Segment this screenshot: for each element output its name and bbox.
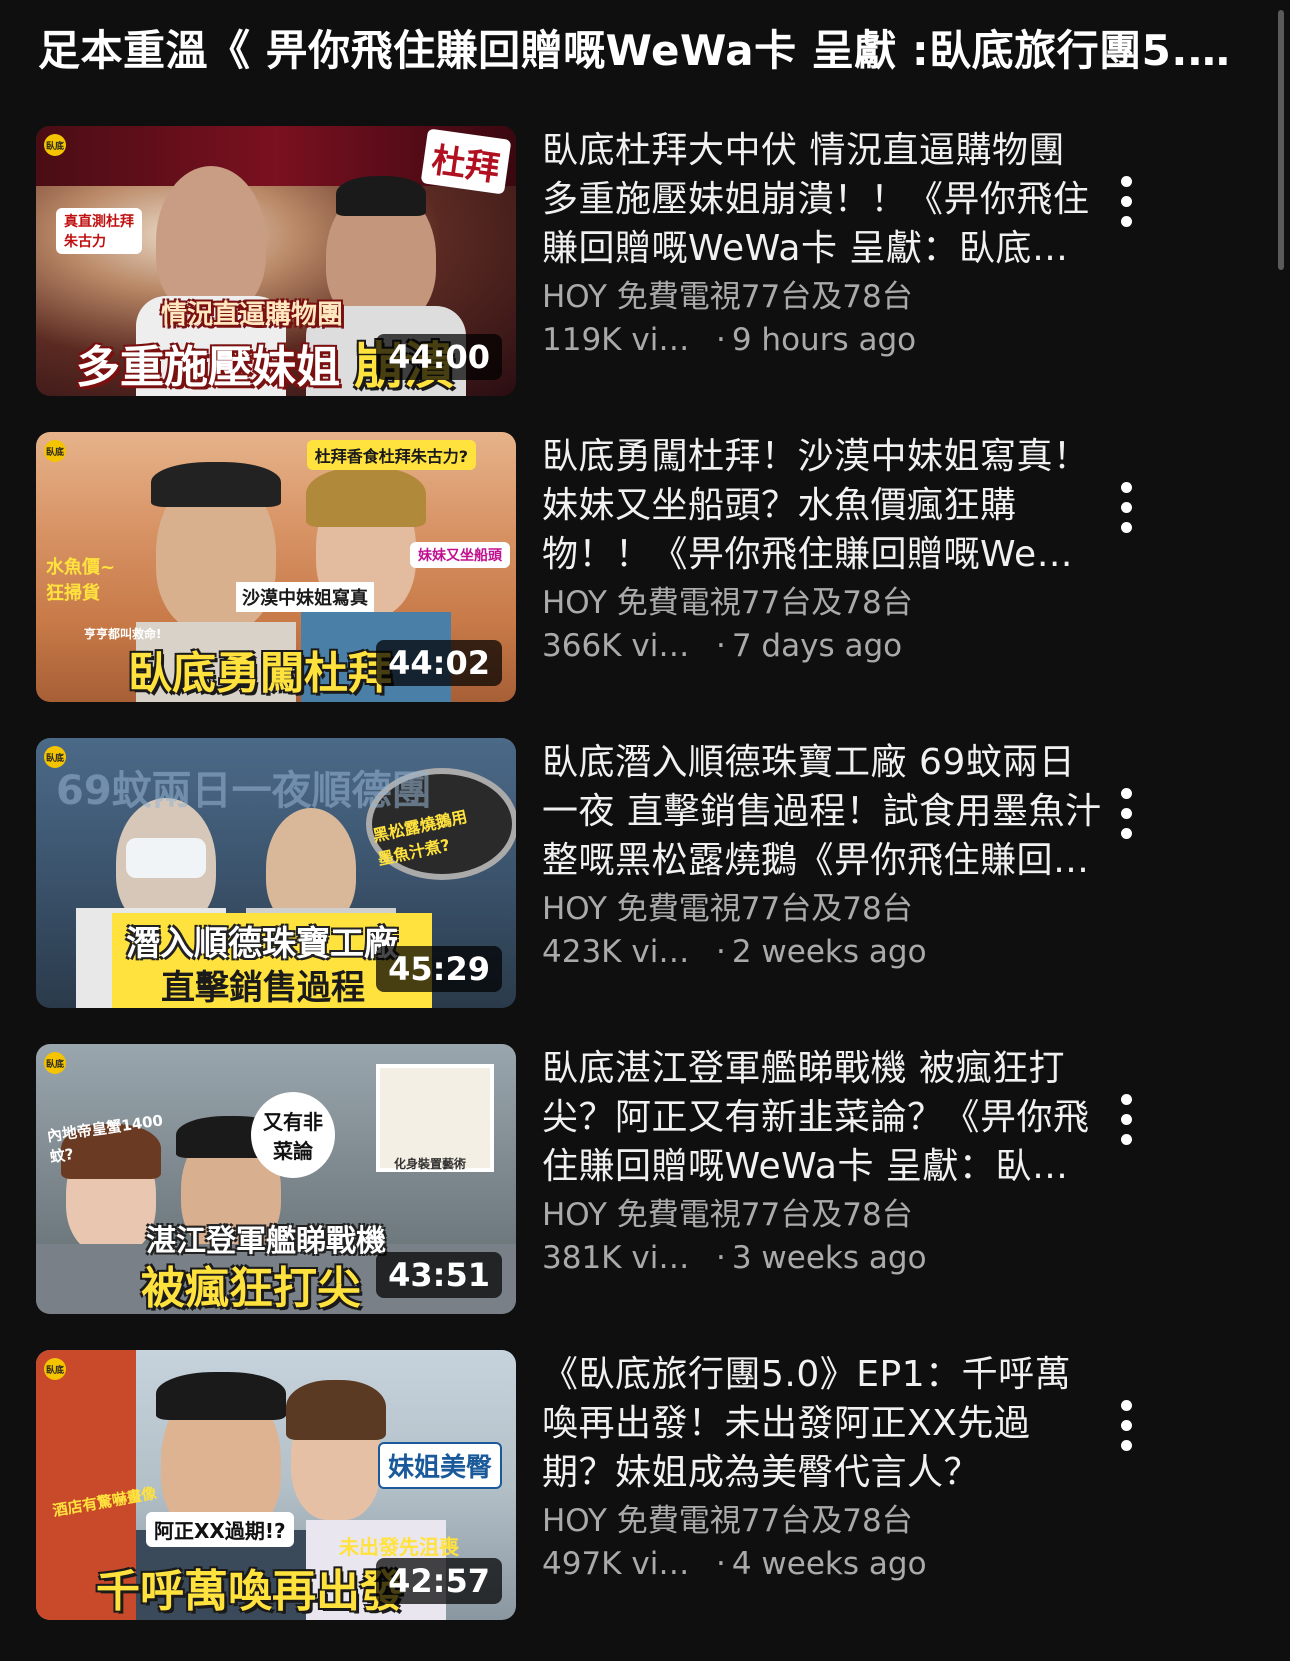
thumbnail-caption-1: 沙漠中妹姐寫真 [236,582,374,612]
vertical-ellipsis-icon [1120,175,1132,187]
more-options-button[interactable] [1101,1395,1151,1455]
channel-logo-icon: 臥底 [44,1052,66,1074]
channel-name[interactable]: HOY 免費電視77台及78台 [542,581,1142,625]
channel-name[interactable]: HOY 免費電視77台及78台 [542,1499,1142,1543]
more-options-button[interactable] [1101,171,1151,231]
video-thumbnail[interactable]: 臥底 又有非菜論 內地帝皇蟹1400蚊? 化身裝置藝術 湛江登軍艦睇戰機 被瘋狂… [36,1044,516,1314]
video-duration: 43:51 [376,1252,502,1298]
video-title[interactable]: 臥底潛入順德珠寶工廠 69蚊兩日一夜 直擊銷售過程！試食用墨魚汁整嘅黑松露燒鵝《… [542,738,1102,885]
video-item[interactable]: 臥底 杜拜 真直測杜拜朱古力 情況直逼購物團 多重施壓妹姐 崩潰 44:00 臥… [36,126,1236,398]
view-count: 423K views [542,934,702,970]
video-title[interactable]: 《臥底旅行團5.0》EP1：千呼萬喚再出發！未出發阿正XX先過期？妹姐成為美臀代… [542,1350,1102,1497]
video-thumbnail[interactable]: 臥底 69蚊兩日一夜順德團 黑松露燒鵝用墨魚汁煮? 潛入順德珠寶工廠 直擊銷售過… [36,738,516,1008]
channel-name[interactable]: HOY 免費電視77台及78台 [542,887,1142,931]
video-meta: 366K views · 7 days ago [542,625,1142,667]
vertical-ellipsis-icon [1120,215,1132,227]
meta-separator: · [716,1546,726,1582]
thumbnail-caption-2: 臥底勇闖杜拜 [128,648,392,699]
more-options-button[interactable] [1101,1089,1151,1149]
vertical-ellipsis-icon [1120,521,1132,533]
vertical-ellipsis-icon [1120,1113,1132,1125]
video-meta: 381K views · 3 weeks ago [542,1237,1142,1279]
video-info[interactable]: 臥底湛江登軍艦睇戰機 被瘋狂打尖？阿正又有新韭菜論？《畀你飛住賺回贈嘅WeWa卡… [542,1044,1142,1279]
thumbnail-caption-2: 被瘋狂打尖 [141,1263,361,1314]
meta-separator: · [716,628,726,664]
upload-age: 2 weeks ago [731,934,927,970]
channel-name[interactable]: HOY 免費電視77台及78台 [542,275,1142,319]
thumbnail-caption-2: 千呼萬喚再出發 [96,1566,404,1617]
meta-separator: · [716,322,726,358]
vertical-ellipsis-icon [1120,787,1132,799]
thumbnail-caption-2: 直擊銷售過程 [161,968,365,1008]
thumbnail-tag: 杜拜 [420,128,512,195]
thumbnail-caption-1: 情況直逼購物團 [161,300,344,330]
vertical-ellipsis-icon [1120,1133,1132,1145]
video-meta: 119K views · 9 hours ago [542,319,1142,361]
meta-separator: · [716,934,726,970]
video-thumbnail[interactable]: 臥底 妹姐美臀 酒店有驚嚇畫像 阿正XX過期!? 未出發先沮喪 千呼萬喚再出發 … [36,1350,516,1620]
thumbnail-caption-1: 潛入順德珠寶工廠 [126,924,398,964]
channel-name[interactable]: HOY 免費電視77台及78台 [542,1193,1142,1237]
vertical-ellipsis-icon [1120,827,1132,839]
thumbnail-note-2: 妹妹又坐船頭 [410,542,510,568]
video-info[interactable]: 臥底潛入順德珠寶工廠 69蚊兩日一夜 直擊銷售過程！試食用墨魚汁整嘅黑松露燒鵝《… [542,738,1142,973]
video-title[interactable]: 臥底湛江登軍艦睇戰機 被瘋狂打尖？阿正又有新韭菜論？《畀你飛住賺回贈嘅WeWa卡… [542,1044,1102,1191]
more-options-button[interactable] [1101,477,1151,537]
vertical-ellipsis-icon [1120,1419,1132,1431]
channel-logo-icon: 臥底 [44,1358,66,1380]
thumbnail-note: 真直測杜拜朱古力 [56,208,142,254]
upload-age: 7 days ago [731,628,903,664]
video-duration: 44:00 [376,334,502,380]
video-meta: 497K views · 4 weeks ago [542,1543,1142,1585]
video-info[interactable]: 臥底杜拜大中伏 情況直逼購物團 多重施壓妹姐崩潰！！《畀你飛住賺回贈嘅WeWa卡… [542,126,1142,361]
video-info[interactable]: 《臥底旅行團5.0》EP1：千呼萬喚再出發！未出發阿正XX先過期？妹姐成為美臀代… [542,1350,1142,1585]
thumbnail-tag: 妹姐美臀 [377,1442,502,1489]
vertical-ellipsis-icon [1120,1439,1132,1451]
more-options-button[interactable] [1101,783,1151,843]
video-duration: 42:57 [376,1558,502,1604]
vertical-ellipsis-icon [1120,481,1132,493]
thumbnail-note: 水魚價~狂掃貨 [46,557,116,604]
view-count: 366K views [542,628,702,664]
vertical-ellipsis-icon [1120,195,1132,207]
vertical-ellipsis-icon [1120,807,1132,819]
video-item[interactable]: 臥底 妹姐美臀 酒店有驚嚇畫像 阿正XX過期!? 未出發先沮喪 千呼萬喚再出發 … [36,1350,1236,1622]
upload-age: 9 hours ago [731,322,917,358]
vertical-ellipsis-icon [1120,1093,1132,1105]
scrollbar-thumb[interactable] [1278,10,1284,270]
thumbnail-tag: 杜拜香食杜拜朱古力? [306,440,476,470]
vertical-ellipsis-icon [1120,501,1132,513]
playlist-header: 足本重溫《 畀你飛住賺回贈嘅WeWa卡 呈獻 :臥底旅行團5.0》 [38,12,1238,82]
channel-logo-icon: 臥底 [44,440,66,462]
thumbnail-tag: 又有非菜論 [251,1092,335,1178]
video-duration: 45:29 [376,946,502,992]
video-info[interactable]: 臥底勇闖杜拜！沙漠中妹姐寫真！妹妹又坐船頭？水魚價瘋狂購物！！《畀你飛住賺回贈嘅… [542,432,1142,667]
thumbnail-caption-1: 阿正XX過期!? [146,1512,294,1547]
video-title[interactable]: 臥底杜拜大中伏 情況直逼購物團 多重施壓妹姐崩潰！！《畀你飛住賺回贈嘅WeWa卡… [542,126,1102,273]
playlist-title: 足本重溫《 畀你飛住賺回贈嘅WeWa卡 呈獻 :臥底旅行團5.0》 [38,25,1238,75]
upload-age: 4 weeks ago [731,1546,927,1582]
meta-separator: · [716,1240,726,1276]
video-duration: 44:02 [376,640,502,686]
video-item[interactable]: 臥底 又有非菜論 內地帝皇蟹1400蚊? 化身裝置藝術 湛江登軍艦睇戰機 被瘋狂… [36,1044,1236,1316]
upload-age: 3 weeks ago [731,1240,927,1276]
channel-logo-icon: 臥底 [44,134,66,156]
vertical-ellipsis-icon [1120,1399,1132,1411]
thumbnail-caption-2: 多重施壓妹姐 [76,342,340,393]
video-meta: 423K views · 2 weeks ago [542,931,1142,973]
video-thumbnail[interactable]: 臥底 杜拜香食杜拜朱古力? 水魚價~狂掃貨 妹妹又坐船頭 亨亨都叫救命! 沙漠中… [36,432,516,702]
scrollbar[interactable] [1274,0,1284,1661]
view-count: 381K views [542,1240,702,1276]
thumbnail-note-2: 化身裝置藝術 [394,1157,467,1171]
view-count: 119K views [542,322,702,358]
video-title[interactable]: 臥底勇闖杜拜！沙漠中妹姐寫真！妹妹又坐船頭？水魚價瘋狂購物！！《畀你飛住賺回贈嘅… [542,432,1102,579]
video-item[interactable]: 臥底 69蚊兩日一夜順德團 黑松露燒鵝用墨魚汁煮? 潛入順德珠寶工廠 直擊銷售過… [36,738,1236,1010]
view-count: 497K views [542,1546,702,1582]
video-thumbnail[interactable]: 臥底 杜拜 真直測杜拜朱古力 情況直逼購物團 多重施壓妹姐 崩潰 44:00 [36,126,516,396]
video-item[interactable]: 臥底 杜拜香食杜拜朱古力? 水魚價~狂掃貨 妹妹又坐船頭 亨亨都叫救命! 沙漠中… [36,432,1236,704]
thumbnail-tag: 69蚊兩日一夜順德團 [56,768,432,814]
